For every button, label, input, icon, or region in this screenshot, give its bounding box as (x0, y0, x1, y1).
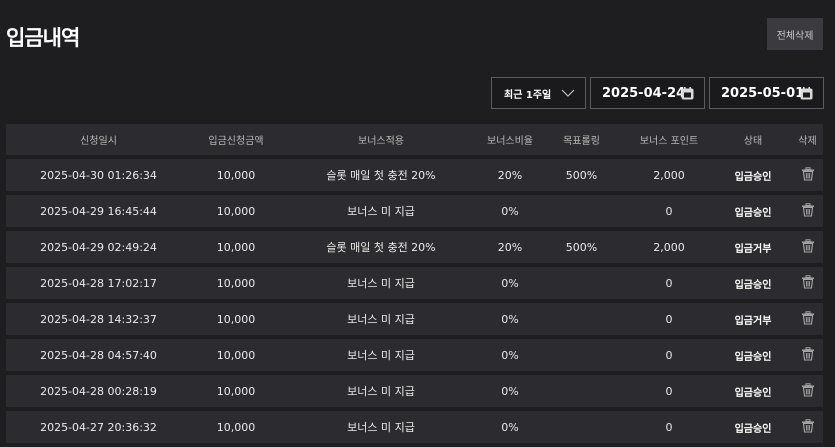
row-status: 입금승인 (734, 387, 772, 399)
row-bonus-ratio: 20% (497, 168, 523, 182)
row-bonus: 보너스 미 지급 (347, 277, 415, 290)
row-delete-cell (792, 382, 823, 400)
row-status: 입금승인 (734, 423, 772, 435)
row-target-rolling: 500% (565, 240, 598, 254)
column-header: 목표롤링 (563, 136, 600, 147)
row-datetime: 2025-04-28 04:57:40 (40, 348, 157, 362)
column-header: 보너스비율 (487, 136, 533, 147)
trash-icon[interactable] (801, 166, 815, 181)
row-status: 입금승인 (734, 207, 772, 219)
row-bonus-ratio: 0% (501, 348, 519, 362)
row-amount: 10,000 (216, 312, 256, 326)
row-status: 입금거부 (734, 243, 772, 255)
row-bonus-points: 0 (665, 204, 673, 218)
row-bonus: 보너스 미 지급 (347, 385, 415, 398)
period-select-value: 최근 1주일 (504, 89, 552, 101)
chevron-down-icon (561, 89, 575, 97)
column-header: 신청일시 (80, 136, 117, 147)
row-status: 입금승인 (734, 279, 772, 291)
row-status: 입금승인 (734, 171, 772, 183)
row-target-rolling: 500% (565, 168, 598, 182)
table-row: 2025-04-30 01:26:34 10,000 슬롯 매일 첫 충전 20% 2… (6, 159, 823, 191)
row-delete-cell (792, 274, 823, 292)
row-bonus-points: 0 (665, 348, 673, 362)
row-datetime: 2025-04-27 20:36:32 (40, 420, 157, 434)
column-header: 삭제 (798, 136, 817, 147)
row-bonus: 슬롯 매일 첫 충전 20% (326, 169, 436, 182)
row-datetime: 2025-04-28 00:28:19 (40, 384, 157, 398)
row-bonus-points: 2,000 (653, 168, 685, 182)
table-row: 2025-04-27 20:36:32 10,000 보너스 미 지급 0% 0 입금승인 (6, 411, 823, 443)
row-bonus-ratio: 0% (501, 204, 519, 218)
row-datetime: 2025-04-29 02:49:24 (40, 240, 157, 254)
row-amount: 10,000 (216, 420, 256, 434)
row-bonus-ratio: 0% (501, 384, 519, 398)
row-amount: 10,000 (216, 384, 256, 398)
row-bonus-points: 0 (665, 420, 673, 434)
row-datetime: 2025-04-28 14:32:37 (40, 312, 157, 326)
trash-icon[interactable] (801, 310, 815, 325)
row-status: 입금승인 (734, 351, 772, 363)
calendar-icon[interactable] (681, 87, 694, 100)
date-from-value: 2025-04-24 (602, 85, 686, 101)
row-bonus-ratio: 0% (501, 312, 519, 326)
trash-icon[interactable] (801, 274, 815, 289)
row-bonus: 슬롯 매일 첫 충전 20% (326, 241, 436, 254)
deposit-history-table: 신청일시 입금신청금액 보너스적용 보너스비율 목표롤링 보너스 포인트 상태 … (6, 124, 823, 443)
row-amount: 10,000 (216, 240, 256, 254)
date-to-field[interactable]: 2025-05-01 (709, 77, 824, 109)
row-delete-cell (792, 238, 823, 256)
table-row: 2025-04-28 14:32:37 10,000 보너스 미 지급 0% 0 입금거부 (6, 303, 823, 335)
row-delete-cell (792, 418, 823, 436)
row-bonus: 보너스 미 지급 (347, 349, 415, 362)
row-bonus-ratio: 20% (497, 240, 523, 254)
period-select[interactable]: 최근 1주일 (491, 77, 586, 109)
table-row: 2025-04-28 17:02:17 10,000 보너스 미 지급 0% 0 입금승인 (6, 267, 823, 299)
trash-icon[interactable] (801, 418, 815, 433)
row-status: 입금거부 (734, 315, 772, 327)
row-amount: 10,000 (216, 204, 256, 218)
row-amount: 10,000 (216, 168, 256, 182)
row-bonus-points: 2,000 (653, 240, 685, 254)
row-bonus-ratio: 0% (501, 276, 519, 290)
date-to-value: 2025-05-01 (721, 85, 805, 101)
page-title: 입금내역 (6, 26, 80, 50)
trash-icon[interactable] (801, 238, 815, 253)
table-row: 2025-04-29 16:45:44 10,000 보너스 미 지급 0% 0 입금승인 (6, 195, 823, 227)
table-body: 2025-04-30 01:26:34 10,000 슬롯 매일 첫 충전 20% 2… (6, 159, 823, 443)
table-row: 2025-04-28 00:28:19 10,000 보너스 미 지급 0% 0 입금승인 (6, 375, 823, 407)
row-datetime: 2025-04-29 16:45:44 (40, 204, 157, 218)
column-header: 상태 (743, 136, 763, 147)
row-bonus-points: 0 (665, 276, 673, 290)
row-bonus-ratio: 0% (501, 420, 519, 434)
date-from-field[interactable]: 2025-04-24 (590, 77, 705, 109)
trash-icon[interactable] (801, 382, 815, 397)
trash-icon[interactable] (801, 202, 815, 217)
row-amount: 10,000 (216, 276, 256, 290)
row-delete-cell (792, 346, 823, 364)
column-header: 보너스적용 (358, 136, 404, 147)
row-bonus: 보너스 미 지급 (347, 421, 415, 434)
row-bonus: 보너스 미 지급 (347, 205, 415, 218)
row-delete-cell (792, 166, 823, 184)
delete-all-button[interactable]: 전체삭제 (767, 18, 823, 50)
row-delete-cell (792, 202, 823, 220)
table-row: 2025-04-28 04:57:40 10,000 보너스 미 지급 0% 0 입금승인 (6, 339, 823, 371)
row-datetime: 2025-04-30 01:26:34 (40, 168, 157, 182)
calendar-icon[interactable] (800, 87, 813, 100)
row-amount: 10,000 (216, 348, 256, 362)
row-bonus-points: 0 (665, 384, 673, 398)
column-header: 입금신청금액 (208, 136, 264, 147)
row-bonus: 보너스 미 지급 (347, 313, 415, 326)
trash-icon[interactable] (801, 346, 815, 361)
row-delete-cell (792, 310, 823, 328)
table-row: 2025-04-29 02:49:24 10,000 슬롯 매일 첫 충전 20% 2… (6, 231, 823, 263)
table-header: 신청일시 입금신청금액 보너스적용 보너스비율 목표롤링 보너스 포인트 상태 … (6, 124, 823, 155)
column-header: 보너스 포인트 (639, 136, 699, 147)
row-bonus-points: 0 (665, 312, 673, 326)
row-datetime: 2025-04-28 17:02:17 (40, 276, 157, 290)
